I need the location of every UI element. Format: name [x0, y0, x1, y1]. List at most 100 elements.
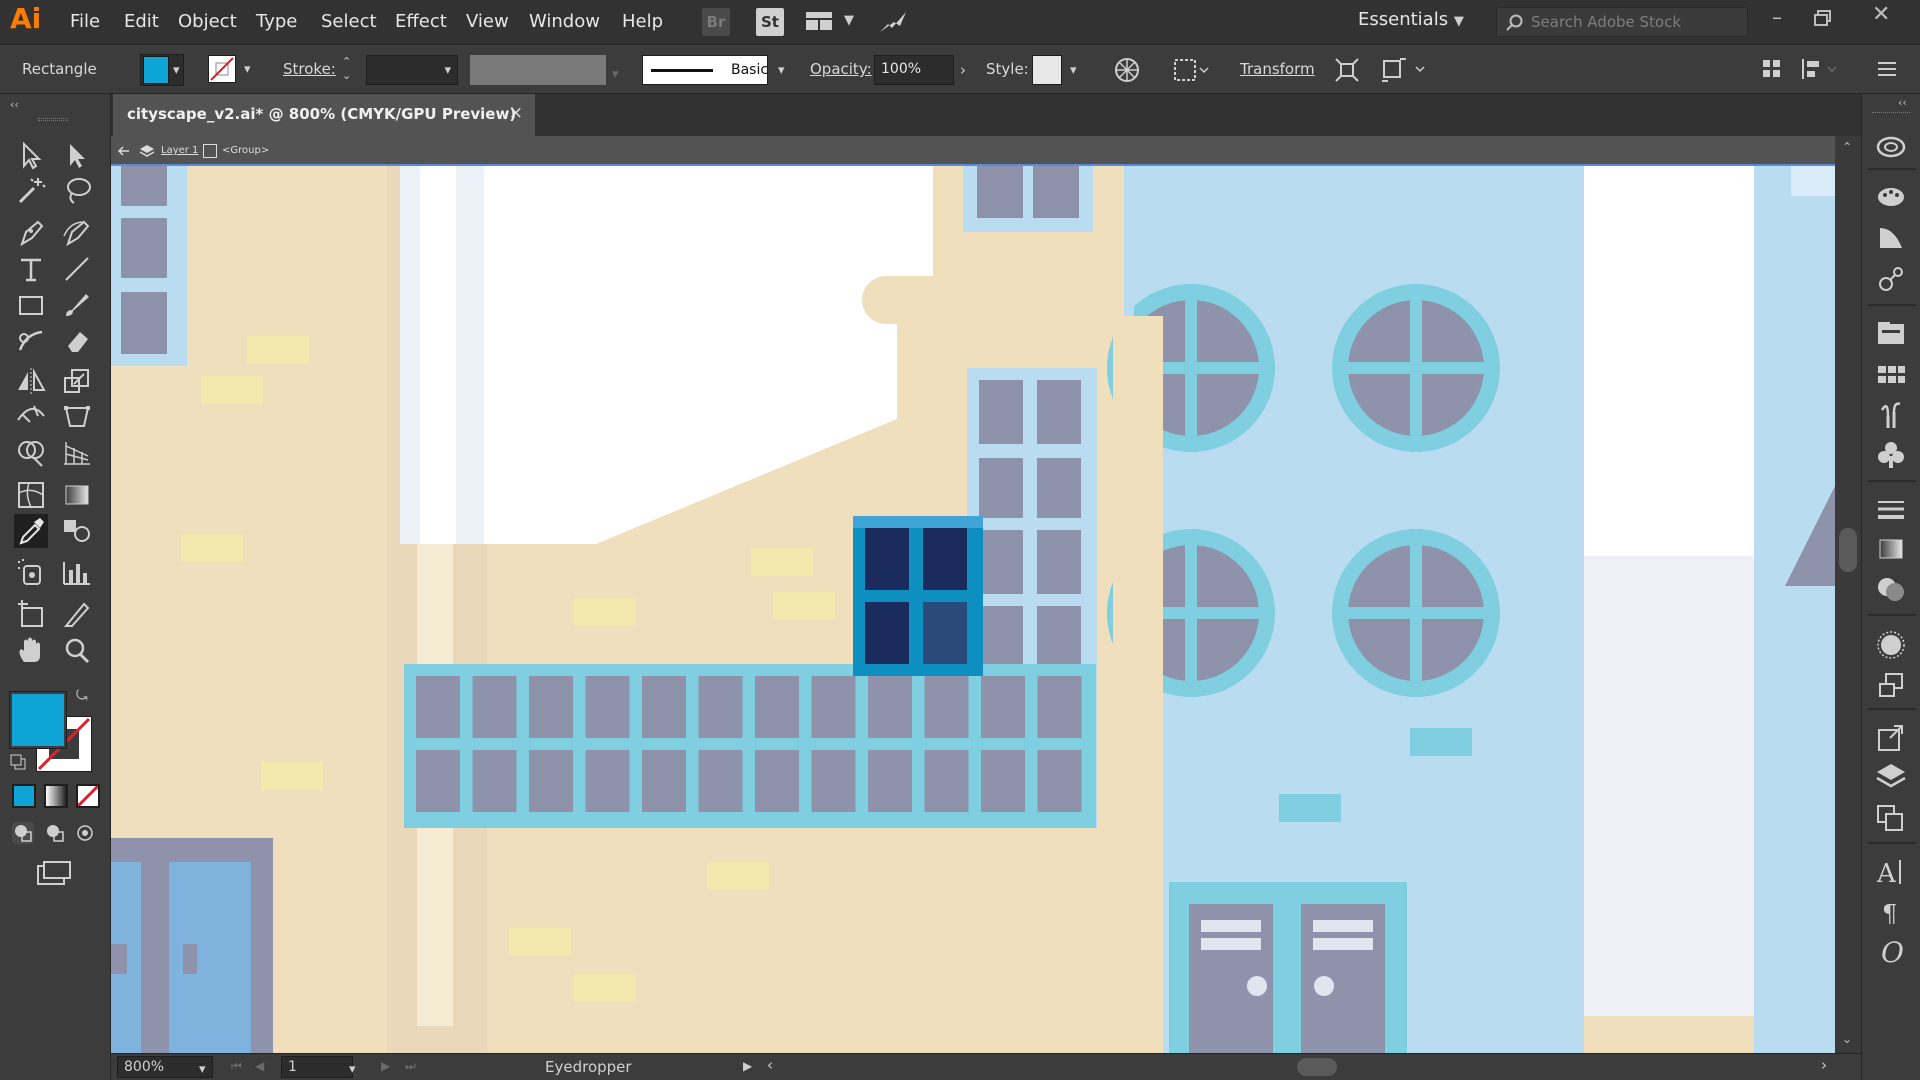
swatches-icon[interactable] — [1874, 358, 1908, 392]
direct-selection-tool-icon[interactable] — [60, 138, 94, 172]
arrange-icon[interactable] — [1762, 59, 1782, 79]
horizontal-scroll-thumb[interactable] — [1297, 1058, 1337, 1076]
perspective-grid-tool-icon[interactable] — [60, 436, 94, 470]
menu-select[interactable]: Select — [321, 11, 377, 32]
asset-export-icon[interactable] — [1874, 316, 1908, 350]
lasso-tool-icon[interactable] — [60, 174, 94, 208]
minimize-icon[interactable]: – — [1772, 5, 1782, 29]
free-transform-tool-icon[interactable] — [60, 400, 94, 434]
opacity-input[interactable]: 100% — [874, 55, 954, 85]
collapse-icon[interactable]: ‹‹ — [10, 98, 19, 111]
color-guide-icon[interactable] — [1874, 178, 1908, 212]
appearance-icon[interactable] — [1874, 628, 1908, 662]
stroke-weight-input[interactable]: ▾ — [366, 55, 458, 85]
next-artboard-icon[interactable]: ▶ — [381, 1059, 390, 1073]
expand-panels-icon[interactable]: ‹‹ — [1898, 96, 1907, 109]
hand-tool-icon[interactable] — [14, 634, 48, 668]
selection-tool-icon[interactable] — [14, 138, 48, 172]
curvature-tool-icon[interactable] — [60, 216, 94, 250]
panel-grip[interactable] — [1872, 112, 1910, 114]
mesh-tool-icon[interactable] — [14, 478, 48, 512]
first-artboard-icon[interactable]: ⏮ — [231, 1059, 242, 1074]
menu-type[interactable]: Type — [256, 11, 297, 32]
breadcrumb-group[interactable]: <Group> — [222, 145, 269, 156]
stroke-icon[interactable] — [1874, 492, 1908, 526]
align-to-icon[interactable] — [1172, 57, 1212, 83]
gradient-mode-icon[interactable] — [44, 784, 68, 808]
none-mode-icon[interactable] — [76, 784, 100, 808]
chevron-down-icon[interactable]: ▾ — [199, 1062, 206, 1077]
eyedropper-tool-icon[interactable] — [14, 514, 48, 548]
stroke-color-dropdown[interactable]: ▾ — [206, 54, 264, 86]
magic-wand-tool-icon[interactable] — [14, 174, 48, 208]
paintbrush-tool-icon[interactable] — [60, 288, 94, 322]
slice-tool-icon[interactable] — [60, 598, 94, 632]
draw-normal-icon[interactable] — [12, 822, 34, 844]
menu-view[interactable]: View — [466, 11, 509, 32]
menu-help[interactable]: Help — [622, 11, 663, 32]
width-tool-icon[interactable] — [14, 400, 48, 434]
variable-width-profile[interactable] — [470, 55, 606, 85]
draw-inside-icon[interactable] — [74, 822, 96, 844]
line-tool-icon[interactable] — [60, 252, 94, 286]
previous-artboard-icon[interactable]: ◀ — [255, 1059, 264, 1073]
opentype-icon[interactable]: O — [1874, 934, 1908, 969]
symbols-icon[interactable] — [1874, 438, 1908, 472]
cc-libraries-icon[interactable] — [1874, 130, 1908, 164]
workspace-switcher[interactable]: Essentials ▼ — [1358, 9, 1464, 30]
gpu-performance-icon[interactable] — [878, 8, 908, 36]
artboard-tool-icon[interactable] — [14, 598, 48, 632]
eraser-tool-icon[interactable] — [60, 324, 94, 358]
arrange-documents-icon[interactable] — [806, 12, 832, 30]
menu-object[interactable]: Object — [178, 11, 237, 32]
rectangle-tool-icon[interactable] — [14, 288, 48, 322]
artboard-number-input[interactable]: 1 — [281, 1056, 353, 1078]
close-tab-icon[interactable]: × — [509, 103, 523, 123]
color-icon[interactable] — [1874, 220, 1908, 254]
document-tab[interactable]: cityscape_v2.ai* @ 800% (CMYK/GPU Previe… — [113, 94, 535, 136]
artboard-canvas[interactable] — [111, 166, 1835, 1053]
restore-icon[interactable] — [1814, 10, 1832, 26]
chevron-down-icon[interactable]: ▾ — [778, 63, 785, 78]
graphic-style-dropdown[interactable]: ▾ — [1032, 55, 1092, 85]
transparency-icon[interactable] — [1874, 572, 1908, 606]
transform-button[interactable]: Transform — [1240, 60, 1315, 78]
chevron-down-icon[interactable]: ▼ — [844, 13, 854, 28]
panel-grip[interactable] — [38, 118, 68, 121]
chevron-down-icon[interactable]: ▾ — [349, 1062, 356, 1077]
isolate-icon[interactable] — [1334, 57, 1360, 83]
fill-dropdown[interactable]: ▾ — [140, 54, 184, 86]
symbol-sprayer-tool-icon[interactable] — [14, 556, 48, 590]
search-stock-input[interactable]: Search Adobe Stock — [1496, 7, 1748, 37]
character-icon[interactable]: A — [1874, 854, 1908, 889]
export-icon[interactable] — [1874, 720, 1908, 754]
default-fill-stroke-icon[interactable] — [10, 754, 26, 770]
menu-edit[interactable]: Edit — [124, 11, 159, 32]
close-icon[interactable]: ✕ — [1872, 2, 1890, 27]
graphic-styles-icon[interactable] — [1874, 668, 1908, 702]
stroke-label[interactable]: Stroke: — [283, 60, 336, 78]
pen-tool-icon[interactable] — [14, 216, 48, 250]
color-mode-icon[interactable] — [12, 784, 36, 808]
vertical-scrollbar[interactable]: ⌃ ⌄ — [1835, 136, 1861, 1053]
edit-contents-icon[interactable] — [1380, 57, 1426, 83]
swap-fill-stroke-icon[interactable]: ⤿ — [76, 688, 94, 704]
panel-menu-icon[interactable] — [1876, 59, 1898, 79]
shape-builder-tool-icon[interactable] — [14, 436, 48, 470]
gradient-tool-icon[interactable] — [60, 478, 94, 512]
opacity-label[interactable]: Opacity: — [810, 60, 872, 78]
fill-color-swatch[interactable] — [9, 691, 67, 749]
stock-button[interactable]: St — [756, 8, 784, 36]
type-tool-icon[interactable] — [14, 252, 48, 286]
back-arrow-icon[interactable] — [117, 144, 131, 158]
status-menu-arrow-icon[interactable]: ▶ — [743, 1059, 752, 1073]
screen-mode-icon[interactable] — [36, 860, 72, 886]
blend-tool-icon[interactable] — [60, 514, 94, 548]
recolor-artwork-icon[interactable] — [1114, 57, 1140, 83]
gradient-icon[interactable] — [1874, 532, 1908, 566]
chevron-right-icon[interactable]: › — [960, 61, 966, 79]
bridge-button[interactable]: Br — [702, 8, 730, 36]
menu-file[interactable]: File — [70, 11, 100, 32]
distribute-icon[interactable] — [1800, 57, 1840, 81]
scroll-right-icon[interactable]: › — [1821, 1056, 1827, 1074]
